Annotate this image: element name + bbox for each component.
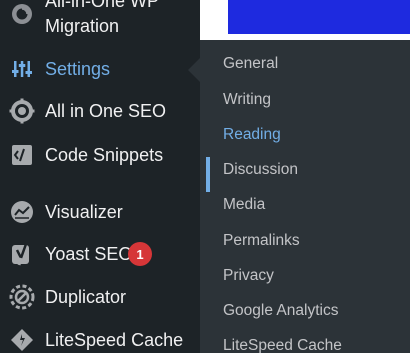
menu-item-duplicator[interactable]: Duplicator (0, 280, 200, 314)
admin-menu: All-in-One WP Migration Settings All in … (0, 0, 200, 353)
settings-submenu: General Writing Reading Discussion Media… (200, 40, 410, 353)
current-indicator (206, 157, 210, 192)
code-snippets-icon (8, 141, 36, 169)
submenu-pointer (188, 58, 200, 82)
menu-item-settings[interactable]: Settings (0, 52, 200, 86)
submenu-item-general[interactable]: General (223, 55, 278, 73)
litespeed-diamond-icon (8, 326, 36, 353)
menu-item-litespeed-cache[interactable]: LiteSpeed Cache (0, 323, 200, 353)
submenu-item-privacy[interactable]: Privacy (223, 267, 274, 285)
menu-label: Visualizer (45, 201, 123, 222)
page-banner (228, 0, 410, 34)
duplicator-icon (8, 283, 36, 311)
menu-label: Duplicator (45, 286, 127, 307)
update-count-badge: 1 (128, 242, 152, 266)
all-in-one-wp-migration-icon (8, 0, 36, 28)
submenu-item-google-analytics[interactable]: Google Analytics (223, 302, 338, 320)
menu-label: Settings (45, 58, 111, 79)
menu-label: Yoast SEO (45, 243, 133, 264)
menu-label-line2: Migration (45, 16, 120, 36)
menu-label: LiteSpeed Cache (45, 329, 184, 350)
menu-item-code-snippets[interactable]: Code Snippets (0, 138, 200, 172)
menu-label: Code Snippets (45, 144, 164, 165)
submenu-item-discussion[interactable]: Discussion (223, 161, 298, 179)
submenu-item-reading[interactable]: Reading (223, 126, 281, 144)
submenu-item-permalinks[interactable]: Permalinks (223, 232, 300, 250)
settings-sliders-icon (8, 55, 36, 83)
menu-item-yoast-seo[interactable]: Yoast SEO 1 (0, 237, 200, 271)
yoast-icon (8, 240, 36, 268)
aioseo-gear-icon (8, 97, 36, 125)
menu-item-all-in-one-wp-migration[interactable]: All-in-One WP Migration (0, 0, 200, 40)
menu-label-line1: All-in-One WP (45, 0, 160, 11)
menu-item-all-in-one-seo[interactable]: All in One SEO (0, 94, 200, 128)
menu-label: All in One SEO (45, 100, 167, 121)
submenu-item-media[interactable]: Media (223, 196, 265, 214)
submenu-item-litespeed-cache[interactable]: LiteSpeed Cache (223, 337, 342, 353)
menu-item-visualizer[interactable]: Visualizer (0, 195, 200, 229)
submenu-item-writing[interactable]: Writing (223, 91, 271, 109)
visualizer-chart-icon (8, 198, 36, 226)
